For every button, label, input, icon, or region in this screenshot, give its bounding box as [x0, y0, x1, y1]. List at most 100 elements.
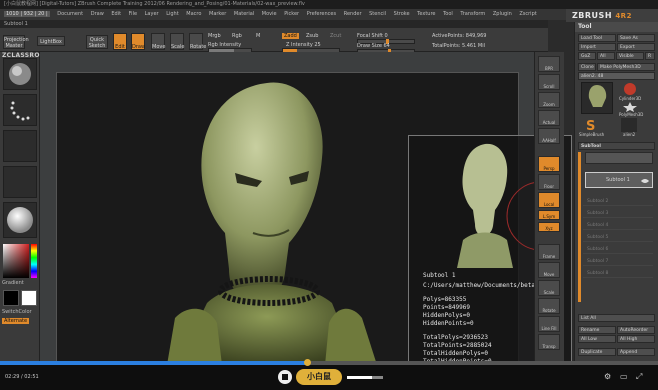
subtool-scrollbar[interactable]	[578, 152, 581, 302]
r-button[interactable]: R	[645, 52, 655, 60]
subtool-item[interactable]: Subtool 7	[583, 258, 653, 266]
subtool-item[interactable]: Subtool 2	[583, 198, 653, 206]
brush-thumbnail[interactable]	[3, 58, 37, 90]
stop-button[interactable]	[278, 370, 292, 384]
menu-transform[interactable]: Transform	[460, 11, 485, 17]
duplicate-button[interactable]: Duplicate	[578, 348, 616, 356]
shelf-aahalf[interactable]: AAHalf	[538, 128, 560, 144]
projection-master-button[interactable]: Projection Master	[3, 35, 29, 49]
subtool-row-active[interactable]	[585, 152, 653, 164]
shelf-transp[interactable]: Transp	[538, 334, 560, 350]
video-progress-bar[interactable]	[0, 359, 658, 366]
menu-layer[interactable]: Layer	[145, 11, 159, 17]
make-polymesh-button[interactable]: Make PolyMesh3D	[597, 63, 655, 71]
menu-movie[interactable]: Movie	[262, 11, 277, 17]
volume-slider[interactable]	[347, 376, 383, 379]
save-as-button[interactable]: Save As	[617, 34, 655, 42]
all-low-button[interactable]: All Low	[578, 335, 616, 343]
subtool-item[interactable]: Subtool 6	[583, 246, 653, 254]
secondary-color-swatch[interactable]	[21, 290, 37, 306]
load-tool-button[interactable]: Load Tool	[578, 34, 616, 42]
shelf-zoom[interactable]: Zoom	[538, 92, 560, 108]
rename-button[interactable]: Rename	[578, 326, 616, 334]
menu-document[interactable]: Document	[57, 11, 83, 17]
subtool-row-selected[interactable]: Subtool 1	[585, 172, 653, 188]
clone-button[interactable]: Clone	[578, 63, 596, 71]
stroke-thumbnail[interactable]	[3, 94, 37, 126]
menu-edit[interactable]: Edit	[111, 11, 121, 17]
menu-draw[interactable]: Draw	[91, 11, 104, 17]
menu-stencil[interactable]: Stencil	[369, 11, 386, 17]
menu-texture[interactable]: Texture	[417, 11, 435, 17]
shelf-line-fill[interactable]: Line Fill	[538, 316, 560, 332]
material-thumbnail[interactable]	[3, 202, 37, 238]
subtool-item[interactable]: Subtool 3	[583, 210, 653, 218]
menu-preferences[interactable]: Preferences	[307, 11, 336, 17]
zcut-toggle[interactable]: Zcut	[330, 33, 341, 39]
shelf-persp[interactable]: Persp	[538, 156, 560, 172]
alpha-thumbnail[interactable]	[3, 130, 37, 162]
quick-sketch-button[interactable]: Quick Sketch	[86, 35, 108, 49]
shelf-local[interactable]: Local	[538, 192, 560, 208]
all-high-button[interactable]: All High	[617, 335, 655, 343]
fullscreen-icon[interactable]: ⤢	[636, 372, 642, 382]
rgb-toggle[interactable]: Rgb	[232, 33, 242, 39]
subtool-header[interactable]: SubTool	[578, 142, 655, 150]
mrgb-toggle[interactable]: Mrgb	[208, 33, 221, 39]
edit-button[interactable]: Edit	[113, 33, 127, 50]
menu-material[interactable]: Material	[234, 11, 254, 17]
color-picker[interactable]	[3, 244, 37, 278]
shelf-rotate[interactable]: Rotate	[538, 298, 560, 314]
move-button[interactable]: Move	[151, 33, 165, 50]
shelf-bpr[interactable]: BPR	[538, 56, 560, 72]
shelf-move[interactable]: Move	[538, 262, 560, 278]
cylinder3d-thumbnail[interactable]	[623, 82, 637, 96]
lightbox-button[interactable]: LightBox	[37, 36, 65, 46]
list-all-button[interactable]: List All	[578, 314, 655, 322]
main-color-swatch[interactable]	[3, 290, 19, 306]
progress-handle[interactable]	[304, 359, 311, 366]
shelf-frame[interactable]: Frame	[538, 244, 560, 260]
menu-zplugin[interactable]: Zplugin	[493, 11, 512, 17]
menu-marker[interactable]: Marker	[209, 11, 226, 17]
alien2-small-thumbnail[interactable]	[621, 118, 637, 132]
all-button[interactable]: All	[597, 52, 615, 60]
menu-macro[interactable]: Macro	[186, 11, 201, 17]
rotate-button[interactable]: Rotate	[189, 33, 206, 50]
alternate-button[interactable]: Alternate	[2, 318, 30, 324]
settings-icon[interactable]: ⚙	[604, 372, 611, 381]
shelf-scale[interactable]: Scale	[538, 280, 560, 296]
menu-zscript[interactable]: Zscript	[519, 11, 536, 17]
gradient-label[interactable]: Gradient	[2, 280, 24, 286]
goz-button[interactable]: GoZ	[578, 52, 596, 60]
menu-picker[interactable]: Picker	[284, 11, 299, 17]
shelf-scroll[interactable]: Scroll	[538, 74, 560, 90]
scale-button[interactable]: Scale	[170, 33, 184, 50]
menu-tool[interactable]: Tool	[443, 11, 453, 17]
polymesh3d-thumbnail[interactable]	[623, 102, 637, 112]
import-button[interactable]: Import	[578, 43, 616, 51]
menu-render[interactable]: Render	[344, 11, 362, 17]
switch-color-button[interactable]: SwitchColor	[2, 309, 32, 315]
zsub-toggle[interactable]: Zsub	[306, 33, 318, 39]
window-icon[interactable]: ▭	[620, 372, 628, 381]
subtool-item[interactable]: Subtool 5	[583, 234, 653, 242]
shelf-xyz[interactable]: Xyz	[538, 222, 560, 232]
subtool-item[interactable]: Subtool 4	[583, 222, 653, 230]
simplebrush-thumbnail[interactable]: S	[583, 118, 599, 134]
draw-button[interactable]: Draw	[131, 33, 145, 50]
shelf-lsym[interactable]: L.Sym	[538, 210, 560, 220]
eye-icon[interactable]	[641, 177, 649, 185]
texture-thumbnail[interactable]	[3, 166, 37, 198]
m-toggle[interactable]: M	[256, 33, 260, 39]
export-button[interactable]: Export	[617, 43, 655, 51]
menu-light[interactable]: Light	[166, 11, 178, 17]
shelf-actual[interactable]: Actual	[538, 110, 560, 126]
zadd-toggle[interactable]: Zadd	[282, 33, 299, 39]
append-button[interactable]: Append	[617, 348, 655, 356]
autoreorder-button[interactable]: AutoReorder	[617, 326, 655, 334]
visible-button[interactable]: Visible	[616, 52, 644, 60]
shelf-floor[interactable]: Floor	[538, 174, 560, 190]
current-tool-thumbnail[interactable]	[581, 82, 613, 114]
subtool-item[interactable]: Subtool 8	[583, 270, 653, 278]
